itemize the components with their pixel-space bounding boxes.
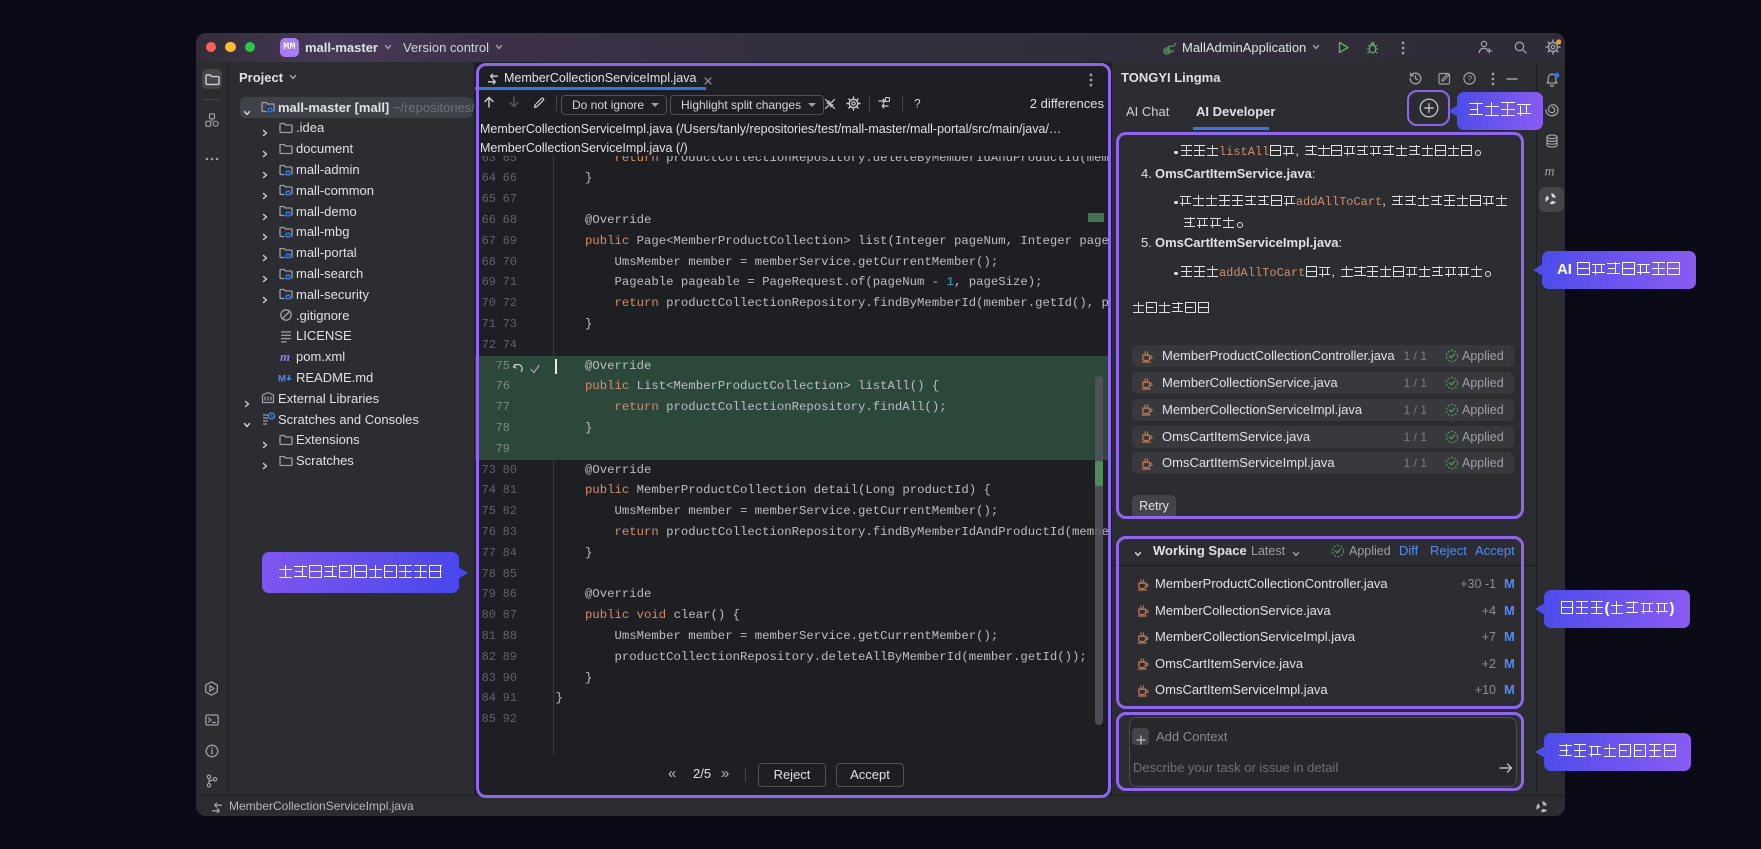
svg-text:?: ?	[1467, 74, 1472, 84]
svg-text:?: ?	[914, 97, 921, 111]
svg-text:m: m	[280, 349, 290, 364]
svg-text:M: M	[278, 373, 286, 384]
svg-text:m: m	[1545, 165, 1555, 180]
